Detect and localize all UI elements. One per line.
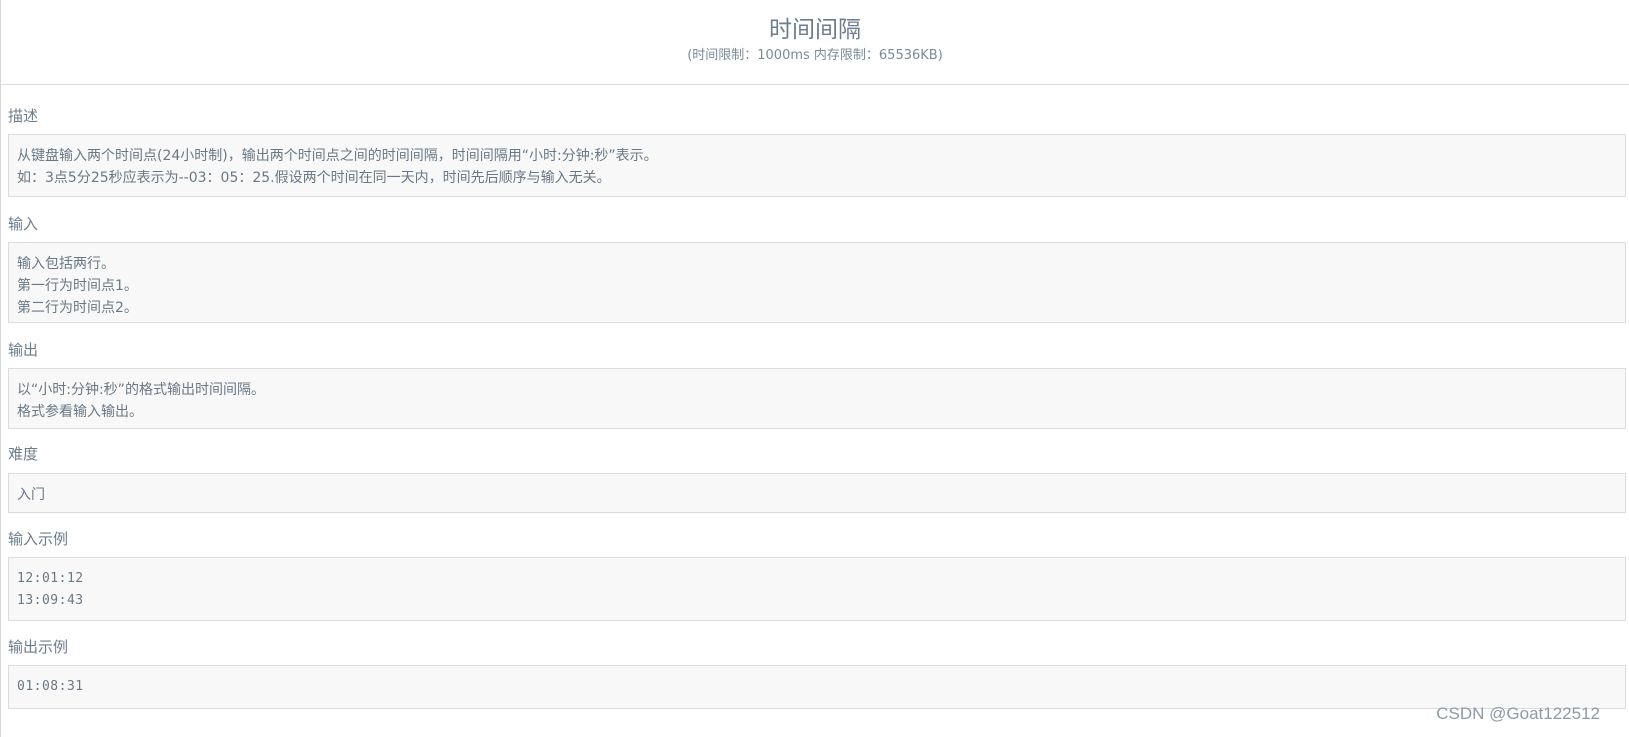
input-line-1: 输入包括两行。 — [17, 256, 115, 272]
sample-input-label: 输入示例 — [8, 530, 69, 548]
problem-page: 时间间隔 (时间限制：1000ms 内存限制：65536KB) 描述 从键盘输入… — [0, 0, 1629, 737]
description-label: 描述 — [8, 107, 39, 125]
output-box: 以“小时:分钟:秒”的格式输出时间间隔。 格式参看输入输出。 — [8, 368, 1626, 429]
output-label: 输出 — [8, 341, 39, 359]
output-line-1: 以“小时:分钟:秒”的格式输出时间间隔。 — [17, 382, 265, 398]
description-box: 从键盘输入两个时间点(24小时制)，输出两个时间点之间的时间间隔，时间间隔用“小… — [8, 134, 1626, 197]
sample-input-line-2: 13:09:43 — [17, 593, 84, 608]
sample-input-box: 12:01:12 13:09:43 — [8, 557, 1626, 621]
problem-limits: (时间限制：1000ms 内存限制：65536KB) — [687, 48, 943, 63]
input-line-2: 第一行为时间点1。 — [17, 278, 138, 294]
sample-input-line-1: 12:01:12 — [17, 571, 84, 586]
problem-header: 时间间隔 (时间限制：1000ms 内存限制：65536KB) — [1, 0, 1629, 85]
sample-output-line-1: 01:08:31 — [17, 679, 84, 694]
input-label: 输入 — [8, 215, 39, 233]
output-line-2: 格式参看输入输出。 — [17, 404, 143, 420]
description-line-2: 如：3点5分25秒应表示为--03：05：25.假设两个时间在同一天内，时间先后… — [17, 170, 611, 186]
description-line-1: 从键盘输入两个时间点(24小时制)，输出两个时间点之间的时间间隔，时间间隔用“小… — [17, 148, 658, 164]
difficulty-value: 入门 — [17, 487, 45, 503]
sample-output-label: 输出示例 — [8, 638, 69, 656]
problem-title: 时间间隔 — [769, 17, 861, 43]
input-line-3: 第二行为时间点2。 — [17, 300, 138, 316]
input-box: 输入包括两行。 第一行为时间点1。 第二行为时间点2。 — [8, 242, 1626, 323]
difficulty-label: 难度 — [8, 445, 39, 463]
difficulty-box: 入门 — [8, 473, 1626, 513]
sample-output-box: 01:08:31 — [8, 665, 1626, 709]
csdn-watermark: CSDN @Goat122512 — [1436, 704, 1600, 723]
